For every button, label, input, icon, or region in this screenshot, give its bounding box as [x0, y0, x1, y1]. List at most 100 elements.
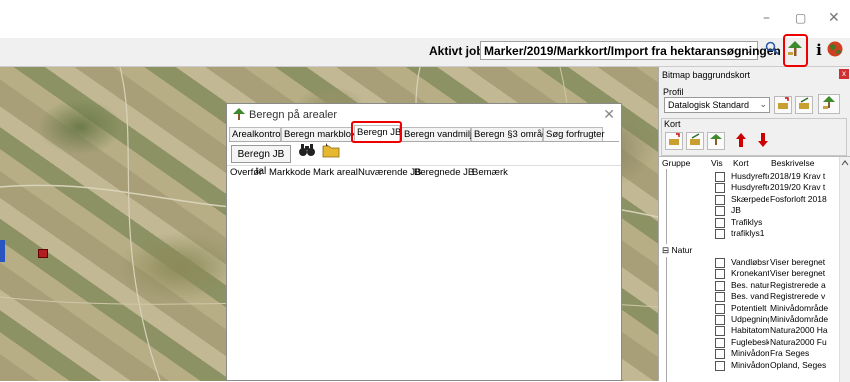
layer-row[interactable]: JB: [659, 205, 840, 217]
visibility-checkbox[interactable]: [715, 172, 725, 182]
layer-row[interactable]: HabitatområdNatura2000 Ha: [659, 325, 840, 337]
layer-row[interactable]: VandløbsmidtViser beregnet: [659, 257, 840, 268]
layer-beskrivelse: 2019/20 Krav t: [770, 182, 826, 193]
bitmap-panel: Bitmap baggrundskort x Profil Datalogisk…: [658, 67, 850, 382]
group-natur[interactable]: ⊟ Natur: [662, 245, 692, 256]
layer-kort: Minivådområc: [731, 348, 769, 359]
layer-row[interactable]: UdpegningskcMinivådområde: [659, 314, 840, 325]
visibility-checkbox[interactable]: [715, 229, 725, 239]
highlight-box-tree-button: [783, 34, 808, 67]
kort-tree-icon[interactable]: [707, 132, 725, 150]
col-markkode[interactable]: Markkode: [269, 167, 311, 178]
tab-beregn-markblokke[interactable]: Beregn markblokke: [281, 127, 366, 141]
layer-row[interactable]: MinivådområcFra Seges: [659, 348, 840, 360]
layer-kort: Husdyrefterа: [731, 171, 769, 181]
col-mark-areal[interactable]: Mark areal: [313, 167, 358, 178]
layer-row[interactable]: FuglebeskyttNatura2000 Fu: [659, 337, 840, 348]
move-up-icon[interactable]: [732, 132, 750, 150]
layer-beskrivelse: Minivådområde: [770, 302, 829, 313]
kort-group: Kort: [661, 118, 847, 156]
visibility-checkbox[interactable]: [715, 337, 725, 348]
beregn-jb-tal-button[interactable]: Beregn JB tal: [231, 145, 291, 177]
layer-beskrivelse: 2018/19 Krav t: [770, 171, 826, 181]
minimize-button[interactable]: –: [763, 10, 770, 26]
col-vis[interactable]: Vis: [711, 158, 723, 168]
layer-table-header: Gruppe Vis Kort Beskrivelse: [659, 157, 850, 169]
layer-row[interactable]: Trafiklys: [659, 217, 840, 228]
col-kort[interactable]: Kort: [733, 158, 749, 168]
layer-row[interactable]: Skærpede fo:Fosforloft 2018: [659, 194, 840, 205]
col-beregnede-jb[interactable]: Beregnede JB: [414, 167, 474, 178]
layer-kort: Potentielt egr: [731, 302, 769, 313]
visibility-checkbox[interactable]: [715, 269, 725, 280]
profile-add-icon[interactable]: [774, 96, 792, 114]
visibility-checkbox[interactable]: [715, 349, 725, 360]
search-icon[interactable]: [763, 40, 781, 60]
tab-arealkontrol[interactable]: Arealkontrol: [229, 127, 283, 141]
visibility-checkbox[interactable]: [715, 280, 725, 291]
layer-row[interactable]: Bes. naturtypRegistrerede a: [659, 280, 840, 291]
layer-beskrivelse: Registrerede a: [770, 279, 826, 290]
layer-row[interactable]: Kronekant Viser beregnet: [659, 268, 840, 280]
visibility-checkbox[interactable]: [715, 206, 725, 217]
tab-beregn-vandmiljo[interactable]: Beregn vandmiljø: [401, 127, 478, 141]
dialog-tabs: Arealkontrol Beregn markblokke Beregn JB…: [229, 125, 619, 142]
layer-beskrivelse: Opland, Seges: [770, 359, 827, 370]
layer-kort: Bes. vandløb: [731, 291, 769, 302]
profil-label: Profil: [663, 87, 684, 97]
globe-icon[interactable]: [826, 40, 844, 60]
map-field-marker[interactable]: [38, 249, 48, 258]
binoculars-icon[interactable]: [297, 142, 317, 162]
layer-kort: Husdyrefterа: [731, 182, 769, 193]
dialog-title-bar: Beregn på arealer ✕: [227, 104, 621, 126]
visibility-checkbox[interactable]: [715, 315, 725, 325]
layer-row[interactable]: MinivådområcOpland, Seges: [659, 360, 840, 371]
visibility-checkbox[interactable]: [715, 217, 725, 228]
dialog-title: Beregn på arealer: [249, 109, 338, 121]
col-gruppe[interactable]: Gruppe: [662, 158, 690, 168]
chevron-down-icon: ⌄: [759, 99, 767, 109]
layer-row[interactable]: Husdyrefterа2019/20 Krav t: [659, 182, 840, 194]
maximize-button[interactable]: ▢: [795, 11, 806, 25]
layer-table-scrollbar[interactable]: [839, 157, 850, 382]
layer-beskrivelse: Fosforloft 2018: [770, 193, 827, 204]
profile-tree-icon[interactable]: [818, 94, 840, 114]
kort-label: Kort: [664, 119, 681, 129]
beregn-dialog: Beregn på arealer ✕ Arealkontrol Beregn …: [226, 103, 622, 381]
layer-row[interactable]: Potentielt egrMinivådområde: [659, 303, 840, 314]
col-bemaerk[interactable]: Bemærk: [472, 167, 508, 178]
col-overfor[interactable]: Overfør: [230, 167, 262, 178]
visibility-checkbox[interactable]: [715, 292, 725, 303]
visibility-checkbox[interactable]: [715, 183, 725, 194]
visibility-checkbox[interactable]: [715, 194, 725, 205]
layer-beskrivelse: Fra Seges: [770, 348, 810, 359]
tab-beregn-3-omrader[interactable]: Beregn §3 områder: [471, 127, 556, 141]
col-beskrivelse[interactable]: Beskrivelse: [771, 158, 814, 168]
visibility-checkbox[interactable]: [715, 303, 725, 314]
folder-icon[interactable]: [321, 142, 341, 162]
panel-title: Bitmap baggrundskort: [662, 70, 751, 80]
visibility-checkbox[interactable]: [715, 258, 725, 268]
layer-row[interactable]: Bes. vandløbRegistrerede v: [659, 291, 840, 303]
close-window-button[interactable]: ✕: [828, 10, 840, 26]
layer-row[interactable]: Husdyrefterа2018/19 Krav t: [659, 171, 840, 182]
profil-select[interactable]: Datalogisk Standard ⌄: [664, 97, 770, 113]
layer-beskrivelse: Natura2000 Ha: [770, 325, 828, 336]
col-nuvaerende-jb[interactable]: Nuværende JB: [358, 167, 421, 178]
layer-beskrivelse: Registrerede v: [770, 291, 826, 302]
visibility-checkbox[interactable]: [715, 326, 725, 337]
layer-beskrivelse: Minivådområde: [770, 314, 829, 324]
dialog-close-button[interactable]: ✕: [603, 106, 615, 123]
tab-sog-forfrugter[interactable]: Søg forfrugter: [543, 127, 605, 141]
profile-edit-icon[interactable]: [795, 96, 813, 114]
panel-close-button[interactable]: x: [839, 69, 849, 79]
kort-add-icon[interactable]: [665, 132, 683, 150]
layer-kort: Skærpede fo:: [731, 193, 769, 204]
layer-row[interactable]: trafiklys1: [659, 228, 840, 239]
active-job-select[interactable]: Marker/2019/Markkort/Import fra hektaran…: [480, 41, 781, 60]
move-down-icon[interactable]: [754, 132, 772, 150]
kort-edit-icon[interactable]: [686, 132, 704, 150]
visibility-checkbox[interactable]: [715, 360, 725, 371]
scroll-up-icon[interactable]: [840, 158, 850, 168]
layer-kort: Vandløbsmidt: [731, 257, 769, 267]
